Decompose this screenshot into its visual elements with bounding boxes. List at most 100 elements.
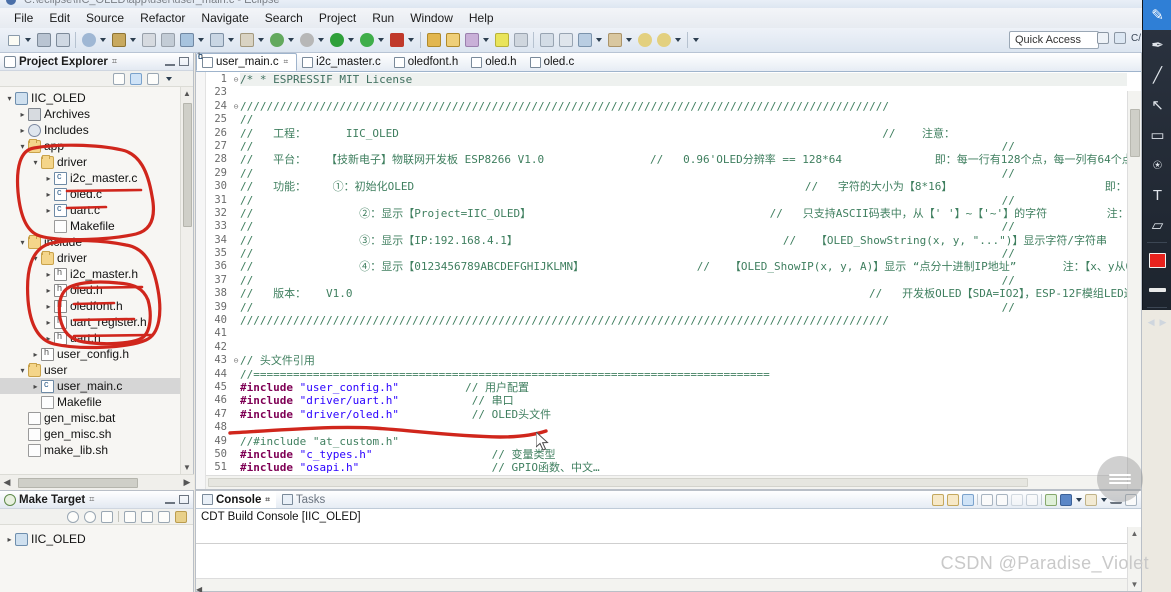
forward-icon[interactable] [158,510,170,523]
tree-item-include[interactable]: ▾ include [0,234,180,250]
tree-item-gen-misc-sh[interactable]: gen_misc.sh [0,426,180,442]
code-line[interactable]: 1 ⊖/* * ESPRESSIF MIT License [206,73,1127,87]
console-tab-console[interactable]: Console ⌗ [196,491,276,508]
new-console-view-icon[interactable] [1060,493,1072,506]
search-dropdown-icon[interactable] [226,31,235,49]
chevron-down-icon[interactable]: ▾ [30,158,41,167]
remove-all-terminated-icon[interactable] [1011,493,1023,506]
chevron-right-icon[interactable]: ▸ [43,270,54,279]
save-icon[interactable] [35,31,52,49]
debug-dropdown-icon[interactable] [98,31,107,49]
tree-item-driver[interactable]: ▾ driver [0,250,180,266]
run-last-icon[interactable] [358,31,375,49]
home-icon[interactable] [124,510,136,523]
external-tools-icon[interactable] [238,31,255,49]
chevron-right-icon[interactable]: ▸ [43,334,54,343]
run-last-dropdown-icon[interactable] [376,31,385,49]
code-line[interactable]: 25 // // [206,113,1127,126]
make-target-item-iic_oled[interactable]: ▸ IIC_OLED [0,531,193,547]
marker-icon[interactable] [512,31,529,49]
open-folder-icon[interactable] [425,31,442,49]
code-line[interactable]: 40 //////////////////////////////////////… [206,314,1127,327]
code-line[interactable]: 33 // // [206,220,1127,233]
print-icon[interactable] [140,31,157,49]
forward-icon[interactable] [655,31,672,49]
stop-dropdown-icon[interactable] [406,31,415,49]
display-selected-console-icon[interactable] [1026,493,1038,506]
pin-icon[interactable] [947,493,959,506]
menu-item-project[interactable]: Project [311,9,364,27]
code-line[interactable]: 42 [206,341,1127,354]
shapes-icon[interactable]: ⍟ [1143,150,1171,180]
tree-item-archives[interactable]: ▸ Archives [0,106,180,122]
console-tab-tasks[interactable]: Tasks [276,491,331,508]
editor-tab-i2c-master-c[interactable]: i2c_master.c [297,53,389,71]
editor-hscroll-thumb[interactable] [208,478,1028,487]
debug-perspective-dropdown-icon[interactable] [286,31,295,49]
chevron-down-icon[interactable]: ▾ [17,142,28,151]
code-line[interactable]: 27 // // [206,140,1127,153]
fold-toggle-icon[interactable]: ⊖ [232,73,240,86]
scroll-thumb[interactable] [183,103,192,227]
editor-code-area[interactable]: 1 ⊖/* * ESPRESSIF MIT License 23 24 ⊖///////… [196,72,1141,489]
search-icon[interactable] [208,31,225,49]
eraser-icon[interactable]: ▱ [1143,210,1171,240]
editor-vertical-scrollbar[interactable] [1127,91,1141,489]
debug-perspective-icon[interactable] [268,31,285,49]
editor-tab-oled-h[interactable]: oled.h [466,53,524,71]
highlight-icon[interactable] [493,31,510,49]
tree-item-includes[interactable]: ▸ Includes [0,122,180,138]
tree-item-uart-h[interactable]: ▸ uart.h [0,330,180,346]
maximize-icon[interactable] [179,495,189,504]
new-icon[interactable] [5,31,22,49]
debug-icon[interactable] [80,31,97,49]
scroll-left-icon[interactable]: ◀ [196,585,202,592]
tree-item-oled-c[interactable]: ▸ oled.c [0,186,180,202]
nav-left-icon[interactable]: ◀ [1148,317,1155,328]
line-width-icon[interactable] [1143,275,1171,305]
source-code-text[interactable]: 1 ⊖/* * ESPRESSIF MIT License 23 24 ⊖///////… [206,72,1127,475]
code-line[interactable]: 46 #include "driver/uart.h" // 串口 [206,394,1127,407]
project-tree-vertical-scrollbar[interactable]: ▲ ▼ [180,87,193,474]
code-line[interactable]: 51 #include "osapi.h" // GPIO函数、中文… [206,461,1127,474]
project-tree-horizontal-scrollbar[interactable]: ◀ ▶ [0,474,194,490]
scroll-up-icon[interactable]: ▲ [1128,527,1141,540]
code-line[interactable]: 24 ⊖/////////////////////////////////////… [206,100,1127,113]
close-icon[interactable]: ⌗ [265,495,270,505]
tree-item-makefile[interactable]: Makefile [0,218,180,234]
hscroll-thumb[interactable] [18,477,138,488]
text-icon[interactable]: T [1143,180,1171,210]
code-line[interactable]: 35 // // [206,247,1127,260]
console-horizontal-scrollbar[interactable]: ◀ [196,578,1127,592]
link-dropdown-icon[interactable] [481,31,490,49]
make-target-tree[interactable]: ▸ IIC_OLED [0,525,193,547]
code-line[interactable]: 41 [206,327,1127,340]
chevron-down-icon[interactable]: ▾ [4,94,15,103]
menu-item-file[interactable]: File [6,9,41,27]
new-console-dropdown-icon[interactable] [1075,494,1082,506]
minimize-icon[interactable] [165,57,175,66]
menu-item-search[interactable]: Search [257,9,311,27]
maximize-icon[interactable] [179,57,189,66]
open-type-icon[interactable] [178,31,195,49]
code-line[interactable]: 34 // ③：显示【IP:192.168.4.1】 // 【OLED_ShowS… [206,234,1127,247]
chevron-right-icon[interactable]: ▸ [43,286,54,295]
menu-item-refactor[interactable]: Refactor [132,9,193,27]
menu-item-source[interactable]: Source [78,9,132,27]
editor-horizontal-scrollbar[interactable] [206,475,1127,489]
code-line[interactable]: 37 // // [206,274,1127,287]
chevron-right-icon[interactable]: ▸ [17,126,28,135]
code-line[interactable]: 31 // // [206,194,1127,207]
fold-toggle-icon[interactable]: ⊖ [232,100,240,113]
tree-item-makefile[interactable]: Makefile [0,394,180,410]
tree-item-oled-h[interactable]: ▸ oled.h [0,282,180,298]
tree-item-user-main-c[interactable]: ▸ user_main.c [0,378,180,394]
tree-item-app[interactable]: ▾ app [0,138,180,154]
toolbar-overflow-icon[interactable] [691,31,700,49]
terminate-icon[interactable] [981,493,993,506]
close-icon[interactable]: ⌗ [112,56,117,67]
chevron-right-icon[interactable]: ▸ [43,174,54,183]
perspective-cdt-icon[interactable] [1114,32,1126,44]
editor-tab-oledfont-h[interactable]: oledfont.h [389,53,467,71]
scroll-down-icon[interactable]: ▼ [181,461,193,474]
